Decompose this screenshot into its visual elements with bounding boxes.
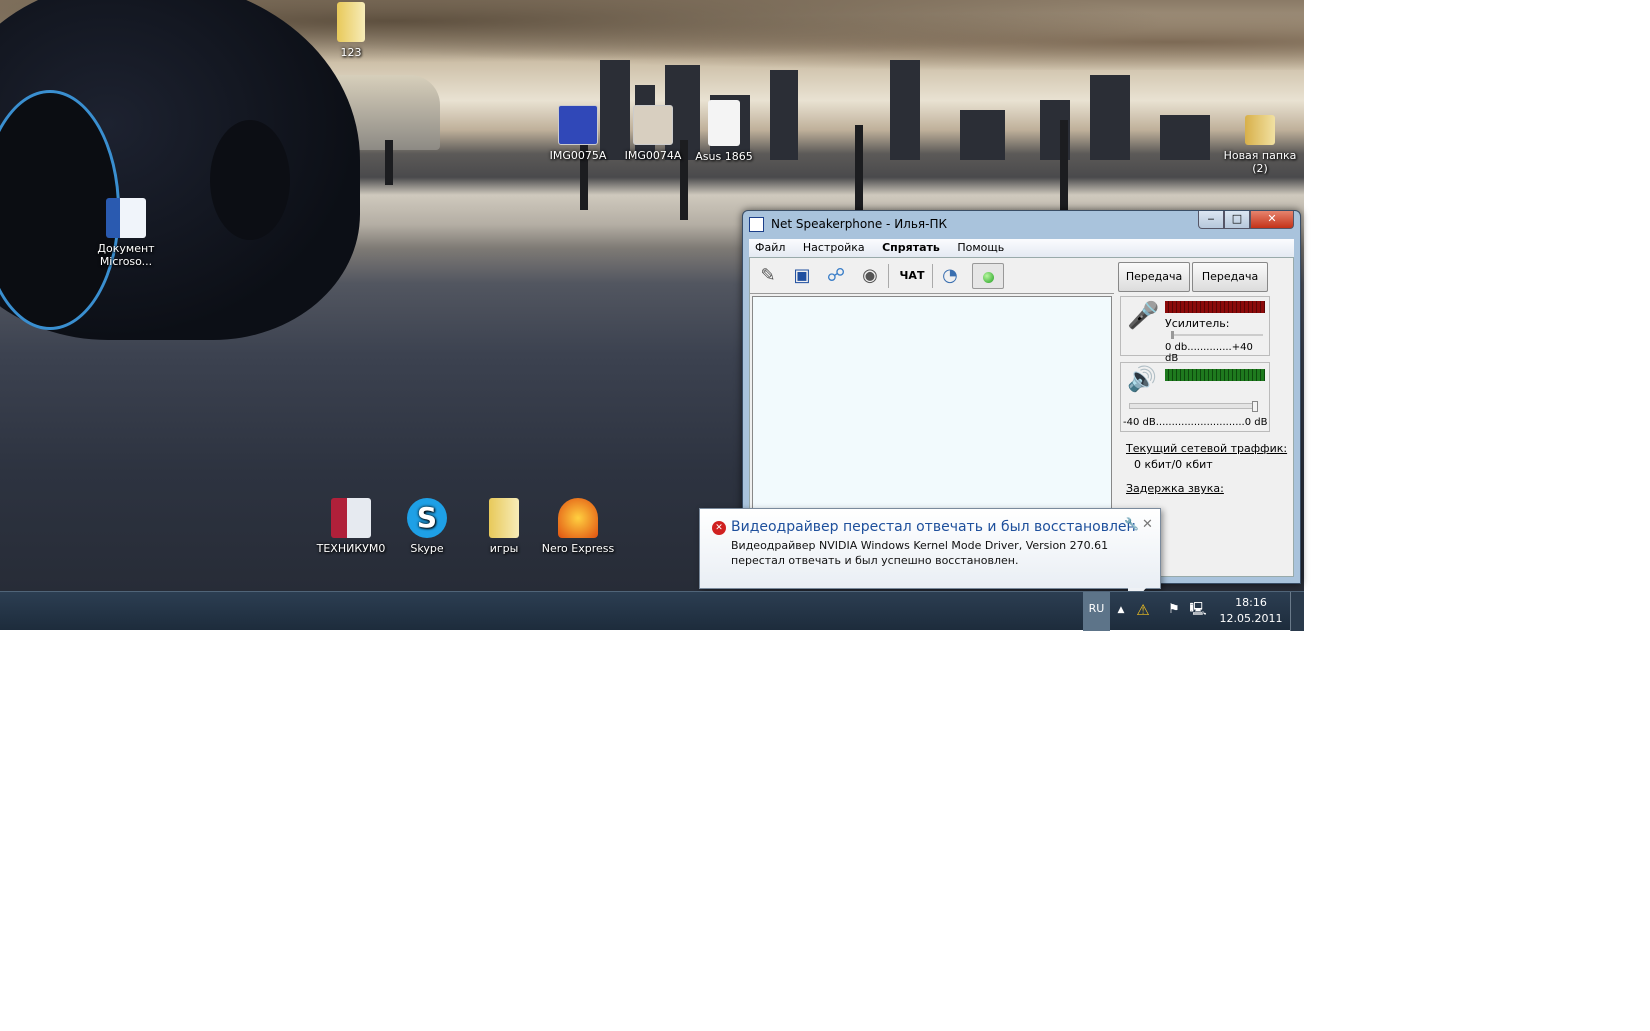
desktop-icon-nero-express[interactable]: Nero Express xyxy=(538,498,618,555)
chat-button[interactable]: ЧАТ xyxy=(894,263,930,289)
document-icon xyxy=(708,100,740,146)
menu-bar: Файл Настройка Спрятать Помощь xyxy=(749,239,1294,257)
menu-help[interactable]: Помощь xyxy=(957,241,1004,254)
window-title: Net Speakerphone - Илья-ПК xyxy=(771,217,948,231)
network-tray-icon[interactable]: 🖳 xyxy=(1188,592,1208,631)
options-wrench-icon[interactable]: 🔧 xyxy=(1124,517,1139,531)
save-icon[interactable]: ▣ xyxy=(788,263,816,289)
gain-range-label: 0 db..............+40 dB xyxy=(1165,342,1253,364)
speaker-level-meter xyxy=(1165,369,1265,381)
folder-icon xyxy=(489,498,519,538)
green-status-icon xyxy=(982,271,994,283)
folder-icon xyxy=(337,2,365,42)
desktop-icon-skype[interactable]: S Skype xyxy=(387,498,467,555)
folder-icon xyxy=(1245,115,1275,145)
maximize-button[interactable]: □ xyxy=(1224,211,1250,229)
title-bar[interactable]: Net Speakerphone - Илья-ПК ‒ □ ✕ xyxy=(743,211,1300,239)
menu-settings[interactable]: Настройка xyxy=(803,241,865,254)
show-hidden-icons-button[interactable]: ▲ xyxy=(1114,592,1128,631)
desktop-icon-new-folder-2[interactable]: Новая папка (2) xyxy=(1218,115,1302,175)
word-document-icon xyxy=(106,198,146,238)
toolbar: ✎ ▣ ☍ ◉ ЧАТ ◔ xyxy=(750,258,1114,294)
network-icon[interactable]: ☍ xyxy=(822,263,850,289)
notification-body: Видеодрайвер NVIDIA Windows Kernel Mode … xyxy=(731,539,1109,567)
action-center-flag-icon[interactable]: ⚑ xyxy=(1165,592,1183,631)
clock[interactable]: 18:16 12.05.2011 xyxy=(1215,592,1287,631)
gain-slider[interactable] xyxy=(1171,331,1263,339)
transmit-on-button[interactable]: Передача ON xyxy=(1118,262,1190,311)
image-thumbnail-icon xyxy=(558,105,598,145)
desktop-icon-img0075a[interactable]: IMG0075A xyxy=(538,105,618,162)
notification-balloon[interactable]: ✕ Видеодрайвер перестал отвечать и был в… xyxy=(699,508,1161,589)
transmit-off-button[interactable]: Передача OFF xyxy=(1192,262,1268,311)
notification-close-button[interactable]: ✕ xyxy=(1142,517,1153,532)
image-thumbnail-icon xyxy=(633,105,673,145)
clock-date: 12.05.2011 xyxy=(1219,612,1283,625)
volume-range-label: -40 dB............................0 dB xyxy=(1123,417,1268,428)
desktop-icon-123[interactable]: 123 xyxy=(311,2,391,59)
network-traffic-value: 0 кбит/0 кбит xyxy=(1134,458,1213,471)
gain-label: Усилитель: xyxy=(1165,317,1230,330)
wallpaper-car xyxy=(0,0,360,340)
skype-icon: S xyxy=(407,498,447,538)
minimize-button[interactable]: ‒ xyxy=(1198,211,1224,229)
network-traffic-label[interactable]: Текущий сетевой траффик: xyxy=(1126,442,1287,455)
status-button[interactable] xyxy=(972,263,1004,289)
error-icon: ✕ xyxy=(712,521,726,535)
clock-time: 18:16 xyxy=(1235,596,1267,609)
app-icon xyxy=(749,217,764,232)
desktop-icon-word-document[interactable]: Документ Microso... xyxy=(86,198,166,268)
access-database-icon xyxy=(331,498,371,538)
close-button[interactable]: ✕ xyxy=(1250,211,1294,229)
sound-delay-label[interactable]: Задержка звука: xyxy=(1126,482,1224,495)
language-indicator[interactable]: RU xyxy=(1083,592,1110,631)
nero-icon xyxy=(558,498,598,538)
desktop-icon-img0074a[interactable]: IMG0074A xyxy=(613,105,693,162)
menu-file[interactable]: Файл xyxy=(755,241,785,254)
desktop-icon-games-folder[interactable]: игры xyxy=(464,498,544,555)
speaker-icon: 🔊 xyxy=(1127,365,1157,393)
timer-icon[interactable]: ◔ xyxy=(936,263,964,289)
notification-title: Видеодрайвер перестал отвечать и был вос… xyxy=(731,519,1136,535)
desktop-icon-asus-1865[interactable]: Asus 1865 xyxy=(684,100,764,163)
speaker-group: 🔊 -40 dB............................0 dB xyxy=(1120,362,1270,432)
show-desktop-button[interactable] xyxy=(1290,592,1304,631)
desktop-icon-technikum[interactable]: ТЕХНИКУМ0 xyxy=(311,498,391,555)
microphone-icon: 🎤 xyxy=(1127,301,1160,331)
menu-hide[interactable]: Спрятать xyxy=(882,241,940,254)
taskbar: RU ▲ ⚠ ⚑ 🖳 18:16 12.05.2011 xyxy=(0,591,1304,631)
mic-level-meter xyxy=(1165,301,1265,313)
speaker-settings-icon[interactable]: ◉ xyxy=(856,263,884,289)
microphone-group: 🎤 Усилитель: 0 db..............+40 dB xyxy=(1120,296,1270,364)
volume-slider[interactable] xyxy=(1129,401,1258,412)
warning-icon[interactable]: ⚠ xyxy=(1133,592,1153,631)
call-icon[interactable]: ✎ xyxy=(754,263,782,289)
